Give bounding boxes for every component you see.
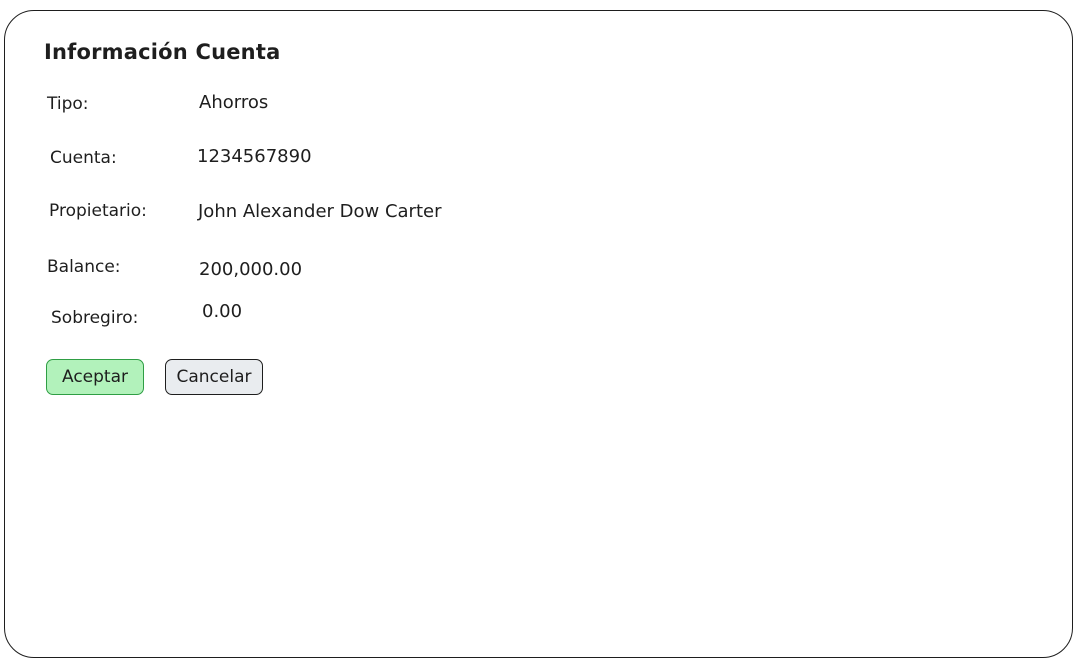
tipo-label: Tipo: — [47, 94, 89, 114]
propietario-label: Propietario: — [49, 201, 147, 221]
cancel-button[interactable]: Cancelar — [165, 359, 263, 395]
balance-label: Balance: — [47, 257, 121, 277]
tipo-value: Ahorros — [199, 92, 269, 113]
account-info-card — [4, 10, 1073, 658]
cuenta-label: Cuenta: — [50, 148, 117, 168]
sobregiro-label: Sobregiro: — [51, 308, 139, 328]
sobregiro-value: 0.00 — [202, 301, 243, 322]
propietario-value: John Alexander Dow Carter — [198, 201, 442, 222]
page-title: Información Cuenta — [44, 40, 281, 64]
accept-button[interactable]: Aceptar — [46, 359, 144, 395]
balance-value: 200,000.00 — [199, 259, 303, 280]
cuenta-value: 1234567890 — [197, 146, 312, 167]
